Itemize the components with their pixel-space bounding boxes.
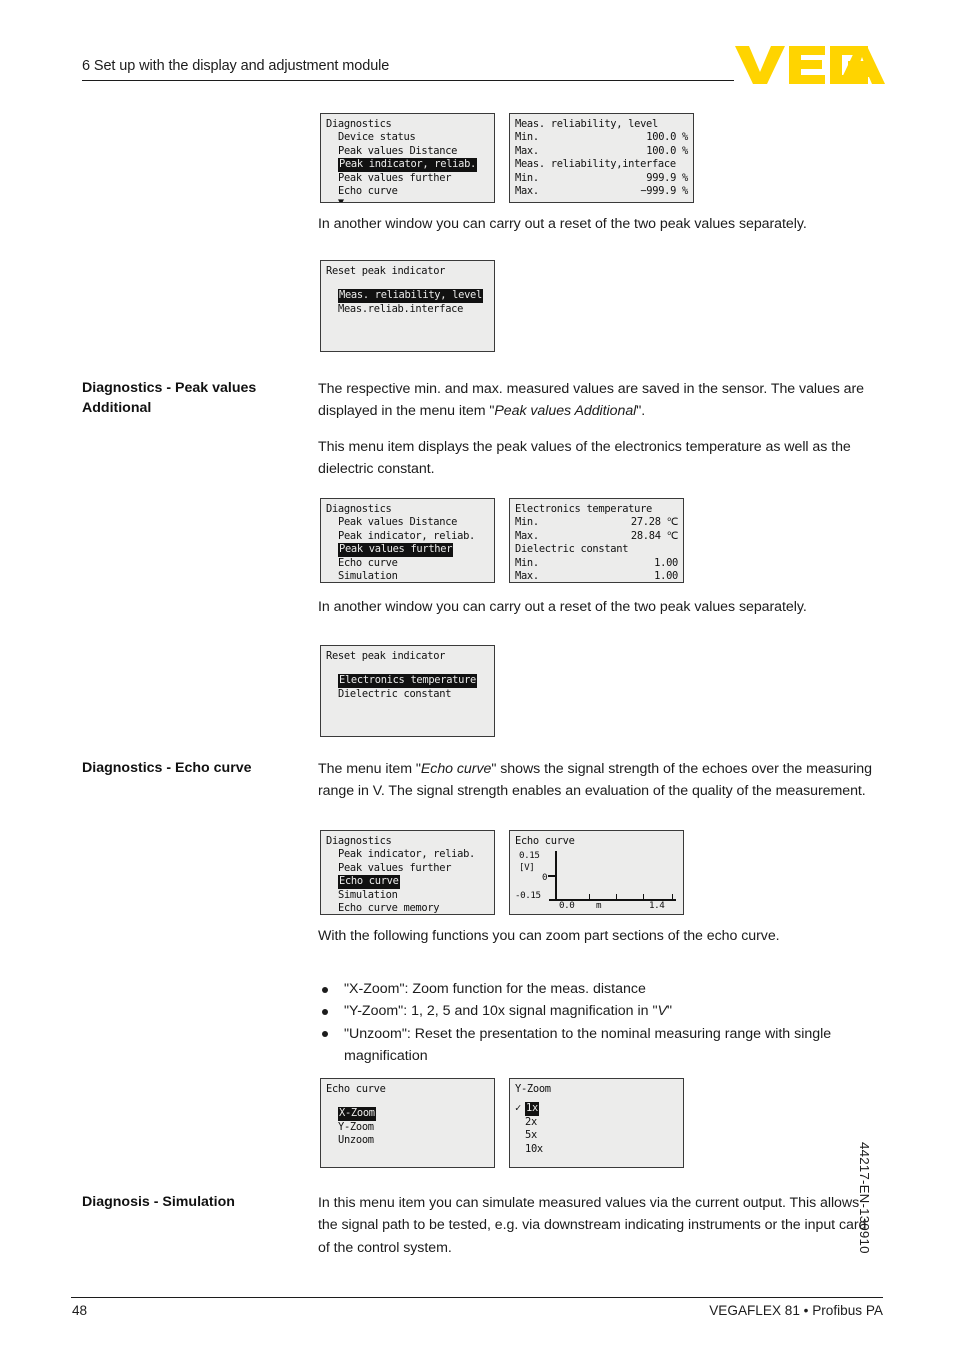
header-divider (82, 80, 734, 81)
lcd-menu-item[interactable]: Echo curve memory (326, 902, 489, 914)
lcd-menu-item[interactable]: Simulation (326, 889, 489, 902)
lcd-panel-electronics-temperature-values[interactable]: Electronics temperature Min. 27.28 ℃ Max… (509, 498, 684, 583)
x-tick (616, 894, 618, 900)
section-label-simulation: Diagnosis - Simulation (82, 1194, 235, 1210)
lcd-menu-item-selected[interactable]: Electronics temperature (326, 674, 489, 688)
echo-curve-plot: 0.15 [V] 0 -0.15 0.0 m 1.4 (515, 849, 678, 911)
x-tick (672, 894, 674, 900)
lcd-value-row: Min. 27.28 ℃ (515, 516, 678, 529)
lcd-title: Diagnostics (326, 835, 392, 847)
lcd-menu-item-selected[interactable]: X-Zoom (326, 1107, 489, 1121)
x-axis-label: m (596, 900, 602, 912)
lcd-menu-item[interactable]: Peak values further (326, 862, 489, 875)
lcd-menu-item[interactable]: Y-Zoom (326, 1121, 489, 1134)
section-body-peak-values-additional: The respective min. and max. measured va… (318, 378, 874, 480)
footer-divider (71, 1297, 883, 1298)
list-item: "X-Zoom": Zoom function for the meas. di… (318, 978, 878, 1000)
lcd-panel-diagnostics-peak-further[interactable]: Diagnostics Peak values Distance Peak in… (320, 498, 495, 583)
lcd-title: Diagnostics (326, 118, 392, 130)
lcd-menu-item-selected[interactable]: Meas. reliability, level (326, 289, 489, 303)
lcd-value-row: Min. 1.00 (515, 556, 678, 569)
lcd-menu-item[interactable]: Peak indicator, reliab. (326, 530, 489, 543)
list-item: "Y-Zoom": 1, 2, 5 and 10x signal magnifi… (318, 1000, 878, 1022)
lcd-spacer (326, 1096, 489, 1107)
lcd-menu-item[interactable]: Echo curve (326, 185, 489, 198)
x-tick (589, 894, 591, 900)
x-tick (643, 894, 645, 900)
lcd-panel-diagnostics-peak-reliab[interactable]: Diagnostics Device status Peak values Di… (320, 113, 495, 203)
paragraph: The menu item "Echo curve" shows the sig… (318, 761, 872, 800)
paragraph: The respective min. and max. measured va… (318, 381, 864, 420)
lcd-title: Diagnostics (326, 503, 392, 515)
lcd-panel-reset-peak-reliab[interactable]: Reset peak indicator Meas. reliability, … (320, 260, 495, 352)
lcd-menu-item[interactable]: Peak values further (326, 172, 489, 185)
lcd-group-title: Electronics temperature (515, 503, 652, 515)
lcd-menu-item-selected[interactable]: ✓ 1x (515, 1102, 678, 1116)
lcd-panel-meas-reliability-values[interactable]: Meas. reliability, level Min. 100.0 % Ma… (509, 113, 694, 203)
lcd-menu-item[interactable]: Device status (326, 131, 489, 144)
lcd-menu-item-selected[interactable]: Peak indicator, reliab. (326, 158, 489, 172)
y-tick-label-bottom: -0.15 (515, 890, 541, 902)
lcd-value-row: Min. 999.9 % (515, 171, 688, 184)
lcd-menu-item-selected[interactable]: Echo curve (326, 875, 489, 889)
lcd-menu-item[interactable]: Dielectric constant (326, 688, 489, 701)
scroll-down-icon[interactable]: ▼ (326, 198, 489, 202)
reset-intro-text-1: In another window you can carry out a re… (318, 216, 807, 232)
y-axis-label: [V] (519, 862, 535, 874)
lcd-menu-item[interactable]: Simulation (326, 570, 489, 582)
lcd-menu-item[interactable]: Peak indicator, reliab. (326, 848, 489, 861)
list-item: "Unzoom": Reset the presentation to the … (318, 1023, 878, 1068)
x-tick-label-end: 1.4 (649, 900, 665, 912)
lcd-panel-y-zoom-menu[interactable]: Y-Zoom ✓ 1x 2x 5x 10x (509, 1078, 684, 1168)
echo-curve-zoom-functions-list: "X-Zoom": Zoom function for the meas. di… (318, 978, 878, 1067)
footer-product-name: VEGAFLEX 81 • Profibus PA (709, 1303, 883, 1318)
page-header: 6 Set up with the display and adjustment… (82, 58, 734, 81)
lcd-menu-item[interactable]: Meas.reliab.interface (326, 303, 489, 316)
lcd-menu-item[interactable]: 5x (515, 1129, 678, 1142)
page-title: 6 Set up with the display and adjustment… (82, 58, 390, 74)
y-tick-label-mid: 0 (542, 872, 548, 884)
check-icon: ✓ (515, 1102, 521, 1115)
section-body-simulation: In this menu item you can simulate measu… (318, 1195, 867, 1256)
lcd-title: Reset peak indicator (326, 265, 446, 277)
x-tick (555, 894, 557, 900)
chart-title: Echo curve (515, 835, 575, 847)
lcd-value-row: Max. −999.9 % (515, 185, 688, 198)
lcd-menu-item-selected[interactable]: Peak values further (326, 543, 489, 557)
lcd-panel-diagnostics-echo-curve[interactable]: Diagnostics Peak indicator, reliab. Peak… (320, 830, 495, 915)
lcd-title: Echo curve (326, 1083, 386, 1095)
page-number: 48 (72, 1303, 88, 1318)
lcd-panel-echo-curve-zoom-menu[interactable]: Echo curve X-Zoom Y-Zoom Unzoom (320, 1078, 495, 1168)
vega-logo (735, 42, 885, 86)
section-body-echo-curve: The menu item "Echo curve" shows the sig… (318, 758, 874, 803)
lcd-title: Reset peak indicator (326, 650, 446, 662)
lcd-panel-reset-peak-additional[interactable]: Reset peak indicator Electronics tempera… (320, 645, 495, 737)
document-code: 44217-EN-130910 (857, 1142, 872, 1254)
lcd-menu-item[interactable]: Unzoom (326, 1134, 489, 1147)
lcd-group-title: Dielectric constant (515, 543, 629, 556)
reset-intro-text-2: In another window you can carry out a re… (318, 599, 807, 615)
lcd-group-title: Meas. reliability, level (515, 118, 658, 130)
lcd-value-row: Min. 100.0 % (515, 131, 688, 144)
lcd-spacer (326, 278, 489, 289)
echo-curve-zoom-intro: With the following functions you can zoo… (318, 928, 780, 944)
section-label-peak-values-additional: Diagnostics - Peak values Additional (82, 380, 257, 416)
lcd-menu-item[interactable]: Peak values Distance (326, 516, 489, 529)
paragraph: This menu item displays the peak values … (318, 438, 851, 477)
lcd-menu-item[interactable]: Echo curve (326, 557, 489, 570)
lcd-menu-item[interactable]: Peak values Distance (326, 145, 489, 158)
lcd-spacer (326, 663, 489, 674)
lcd-panel-echo-curve-chart[interactable]: Echo curve 0.15 [V] 0 -0.15 0.0 m 1.4 (509, 830, 684, 915)
lcd-title: Y-Zoom (515, 1083, 551, 1095)
section-label-echo-curve: Diagnostics - Echo curve (82, 760, 252, 776)
lcd-group-title: Meas. reliability,interface (515, 158, 676, 171)
lcd-value-row: Max. 1.00 (515, 570, 678, 583)
lcd-menu-item[interactable]: 10x (515, 1143, 678, 1156)
y-axis-line (555, 851, 557, 900)
lcd-value-row: Max. 100.0 % (515, 144, 688, 157)
lcd-menu-item[interactable]: 2x (515, 1116, 678, 1129)
x-tick-label-start: 0.0 (559, 900, 575, 912)
lcd-value-row: Max. 28.84 ℃ (515, 529, 678, 542)
